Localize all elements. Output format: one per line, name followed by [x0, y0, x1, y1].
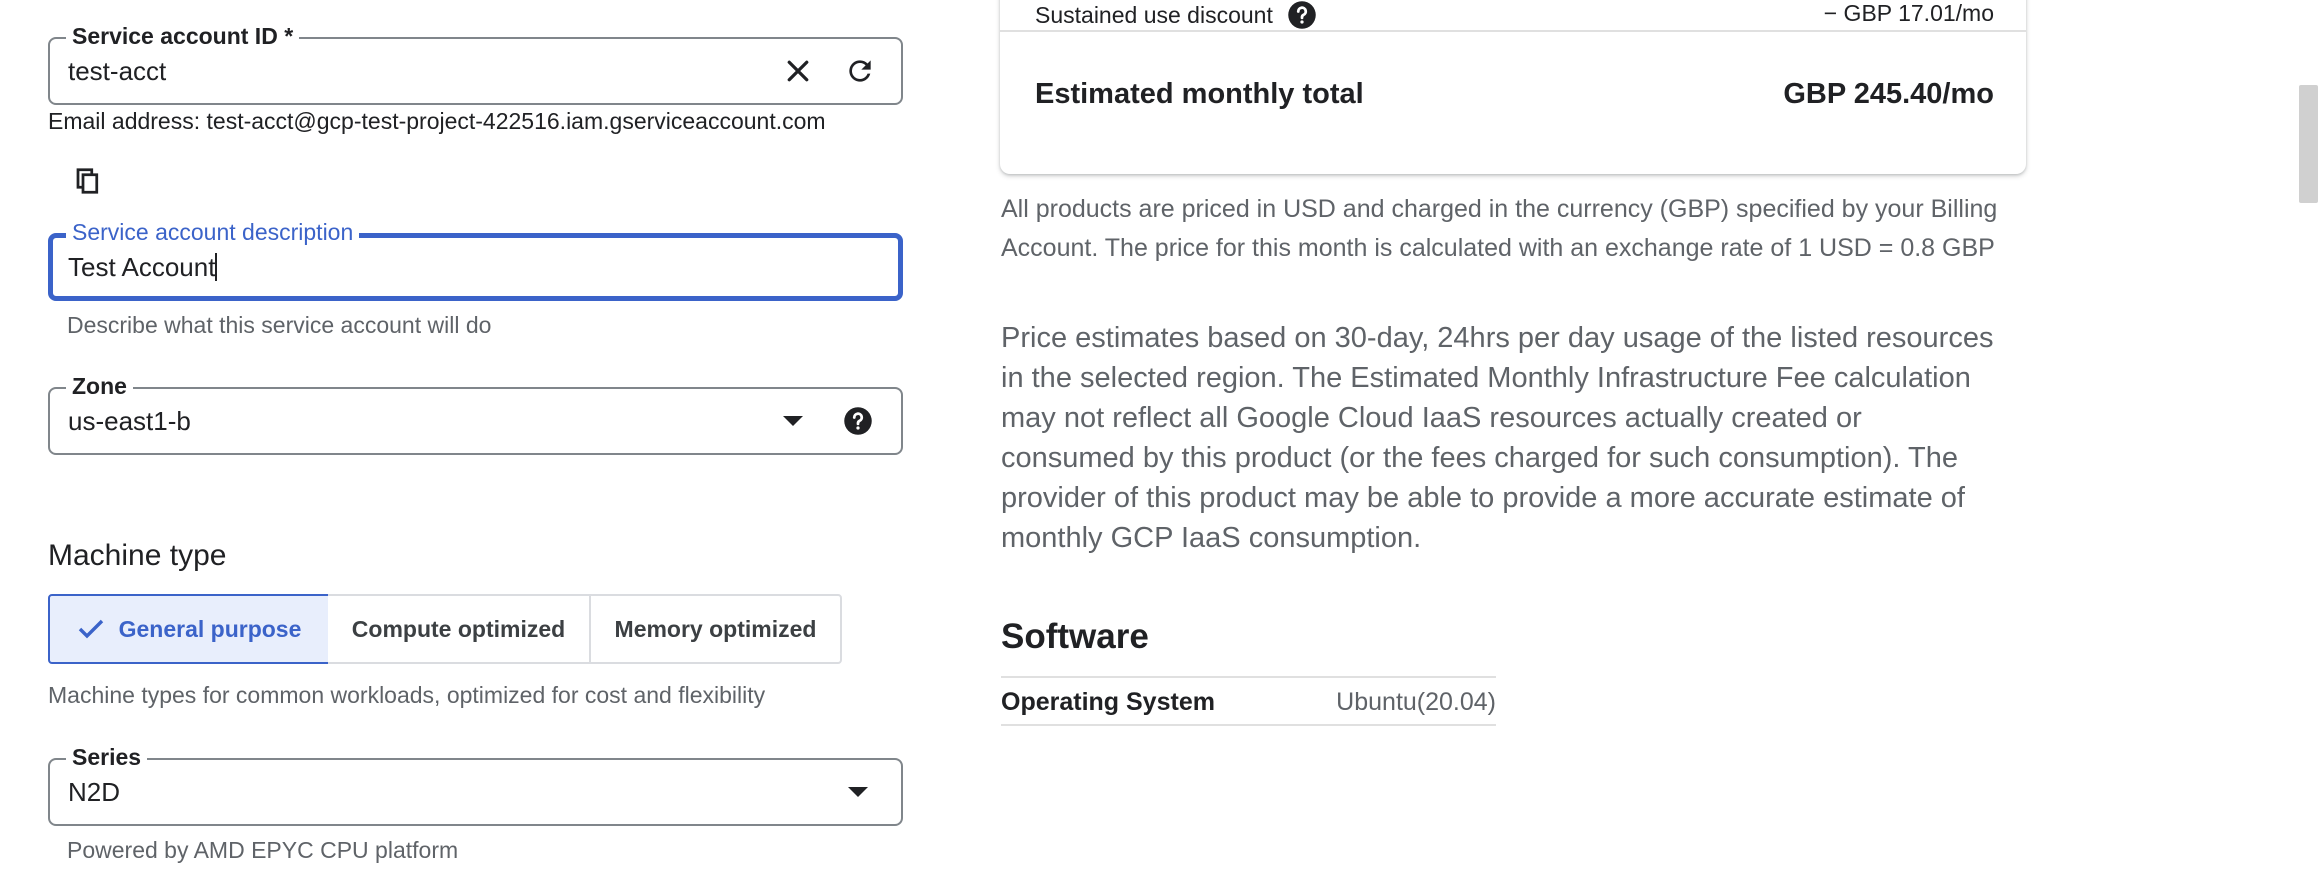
scrollbar-thumb[interactable] — [2299, 85, 2318, 203]
description-helper-text: Describe what this service account will … — [67, 312, 492, 338]
estimated-total-value: GBP 245.40/mo — [1783, 78, 1994, 110]
help-icon[interactable] — [1287, 0, 1317, 30]
zone-select[interactable]: Zone us-east1-b — [48, 371, 903, 455]
service-account-description-field[interactable]: Service account description Test Account — [48, 217, 903, 301]
summary-divider — [1000, 30, 2026, 32]
service-account-description-input[interactable]: Test Account — [68, 238, 218, 296]
software-table-bottom-border — [1001, 724, 1496, 726]
check-icon — [77, 618, 105, 640]
estimate-note-line-3: may not reflect all Google Cloud IaaS re… — [1001, 402, 1862, 434]
machine-type-heading: Machine type — [48, 539, 227, 572]
close-icon[interactable] — [780, 53, 816, 89]
sustained-use-label: Sustained use discount — [1035, 0, 1317, 30]
estimated-total-label: Estimated monthly total — [1035, 78, 1364, 110]
currency-note-line-2: Account. The price for this month is cal… — [1001, 234, 1995, 262]
series-value: N2D — [68, 777, 121, 807]
pricing-summary-card: Sustained use discount − GBP 17.01/mo Es… — [1000, 0, 2026, 174]
sustained-use-label-text: Sustained use discount — [1035, 1, 1273, 28]
estimate-note-line-1: Price estimates based on 30-day, 24hrs p… — [1001, 322, 1994, 354]
currency-note-line-1: All products are priced in USD and charg… — [1001, 195, 1998, 223]
os-label: Operating System — [1001, 688, 1215, 716]
help-icon[interactable] — [840, 403, 876, 439]
sustained-use-value: − GBP 17.01/mo — [1823, 0, 1994, 26]
refresh-icon[interactable] — [842, 53, 878, 89]
text-caret — [215, 253, 218, 281]
copy-icon[interactable] — [70, 163, 106, 199]
series-select[interactable]: Series N2D — [48, 742, 903, 826]
os-value: Ubuntu(20.04) — [1336, 688, 1496, 716]
software-heading: Software — [1001, 617, 1149, 656]
estimate-note-line-2: in the selected region. The Estimated Mo… — [1001, 362, 1971, 394]
tab-compute-optimized[interactable]: Compute optimized — [328, 594, 591, 664]
machine-type-helper-text: Machine types for common workloads, opti… — [48, 682, 766, 708]
tab-general-purpose[interactable]: General purpose — [48, 594, 330, 664]
estimate-note-line-6: monthly GCP IaaS consumption. — [1001, 522, 1422, 554]
service-account-description-value: Test Account — [68, 252, 216, 282]
zone-value: us-east1-b — [68, 406, 191, 436]
chevron-down-icon[interactable] — [775, 403, 811, 439]
estimate-note-line-5: provider of this product may be able to … — [1001, 482, 1965, 514]
tab-compute-optimized-label: Compute optimized — [351, 615, 566, 642]
table-row: Operating System Ubuntu(20.04) — [1001, 678, 1496, 724]
tab-memory-optimized-label: Memory optimized — [614, 615, 817, 642]
series-helper-text: Powered by AMD EPYC CPU platform — [67, 837, 459, 863]
estimate-note-line-4: consumed by this product (or the fees ch… — [1001, 442, 1958, 474]
service-account-id-field[interactable]: Service account ID * test-acct — [48, 21, 903, 105]
tab-general-purpose-label: General purpose — [118, 615, 302, 642]
tab-memory-optimized[interactable]: Memory optimized — [589, 594, 842, 664]
service-account-id-value[interactable]: test-acct — [68, 39, 166, 103]
chevron-down-icon[interactable] — [840, 774, 876, 810]
service-account-email: Email address: test-acct@gcp-test-projec… — [48, 108, 826, 134]
